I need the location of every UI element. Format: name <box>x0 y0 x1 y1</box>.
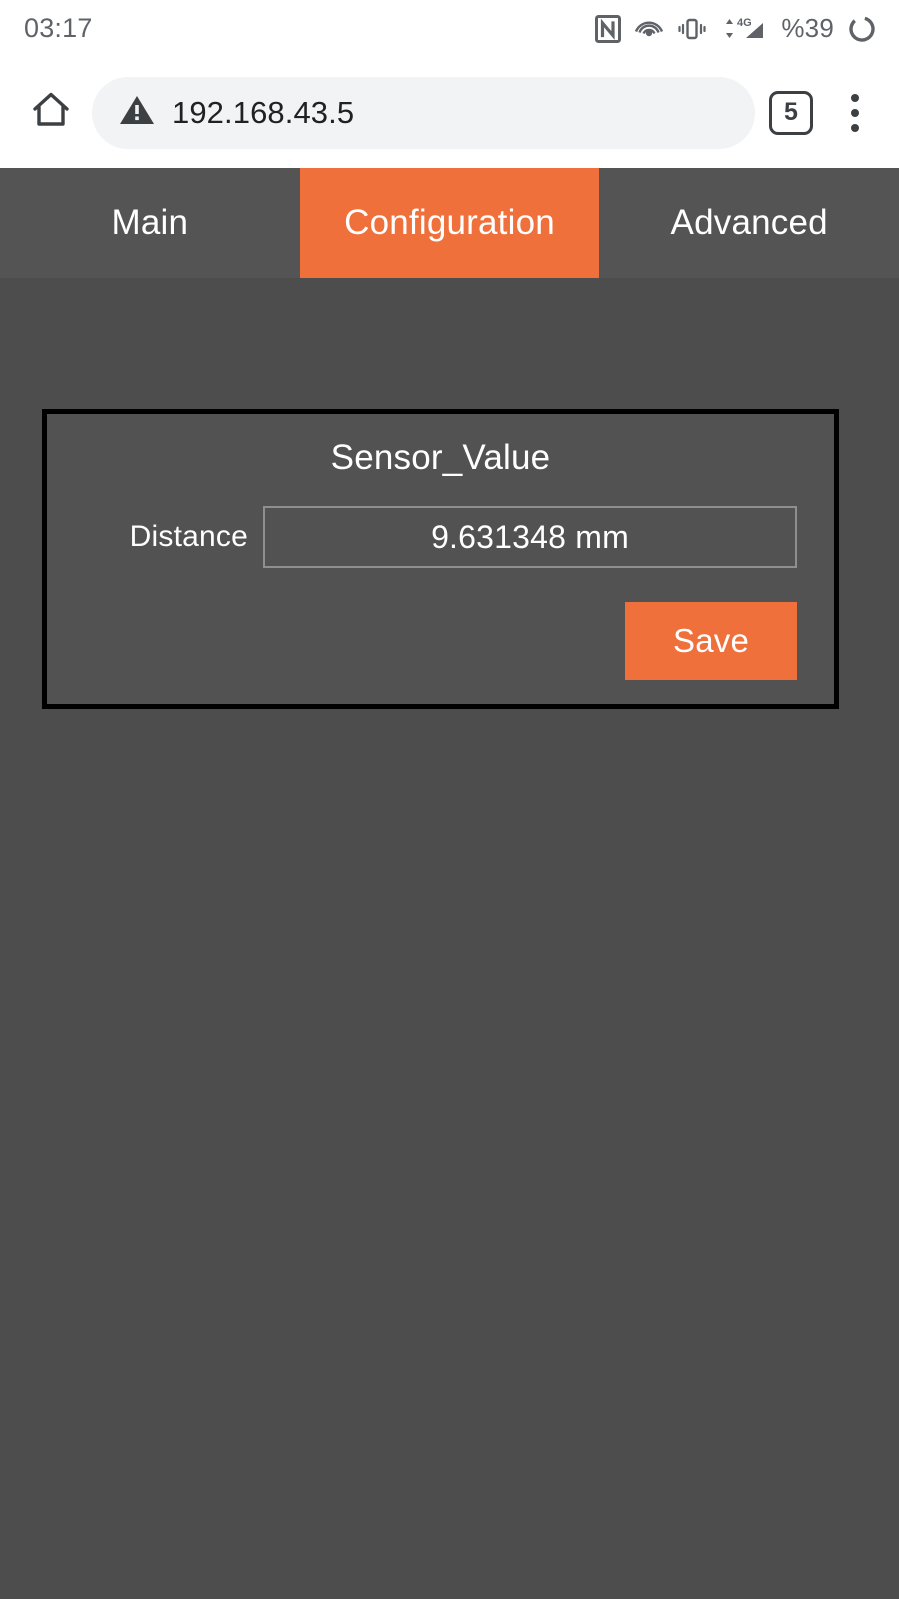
url-bar[interactable]: 192.168.43.5 <box>92 76 755 149</box>
status-clock: 03:17 <box>24 13 93 43</box>
battery-percent-label: %39 <box>781 13 834 43</box>
browser-toolbar: 192.168.43.5 5 <box>0 57 899 168</box>
home-icon <box>28 87 74 138</box>
tab-switcher-button[interactable]: 5 <box>769 90 813 135</box>
distance-input[interactable]: 9.631348 mm <box>263 506 797 568</box>
distance-label: Distance <box>129 520 248 553</box>
page-tab-bar: Main Configuration Advanced <box>0 168 899 278</box>
svg-text:4G: 4G <box>737 17 752 29</box>
url-text: 192.168.43.5 <box>172 94 355 130</box>
tab-configuration-label: Configuration <box>344 203 555 242</box>
signal-4g-icon: 4G <box>720 15 766 43</box>
distance-field-row: Distance 9.631348 mm <box>47 506 834 568</box>
menu-dot <box>851 123 859 132</box>
vibrate-icon <box>677 15 707 43</box>
tab-main-label: Main <box>111 203 189 242</box>
battery-ring-icon <box>847 14 877 44</box>
card-title: Sensor_Value <box>330 438 551 477</box>
page-content: Sensor_Value Distance 9.631348 mm Save <box>0 278 899 1599</box>
tab-count-label: 5 <box>784 98 798 126</box>
save-button[interactable]: Save <box>625 602 797 680</box>
hotspot-icon <box>634 15 664 43</box>
tab-advanced[interactable]: Advanced <box>599 168 899 278</box>
menu-dot <box>851 93 859 102</box>
menu-dot <box>851 108 859 117</box>
card-actions: Save <box>47 602 834 680</box>
tab-configuration[interactable]: Configuration <box>299 168 600 278</box>
nfc-icon <box>595 14 622 43</box>
warning-triangle-icon[interactable] <box>118 93 156 132</box>
sensor-value-card: Sensor_Value Distance 9.631348 mm Save <box>42 409 839 709</box>
tab-advanced-label: Advanced <box>670 203 828 242</box>
tab-main[interactable]: Main <box>0 168 300 278</box>
home-button[interactable] <box>22 84 80 142</box>
overflow-menu-icon[interactable] <box>829 84 881 142</box>
android-status-bar: 03:17 4G %39 <box>0 0 899 57</box>
status-icon-tray: 4G %39 <box>595 13 877 44</box>
